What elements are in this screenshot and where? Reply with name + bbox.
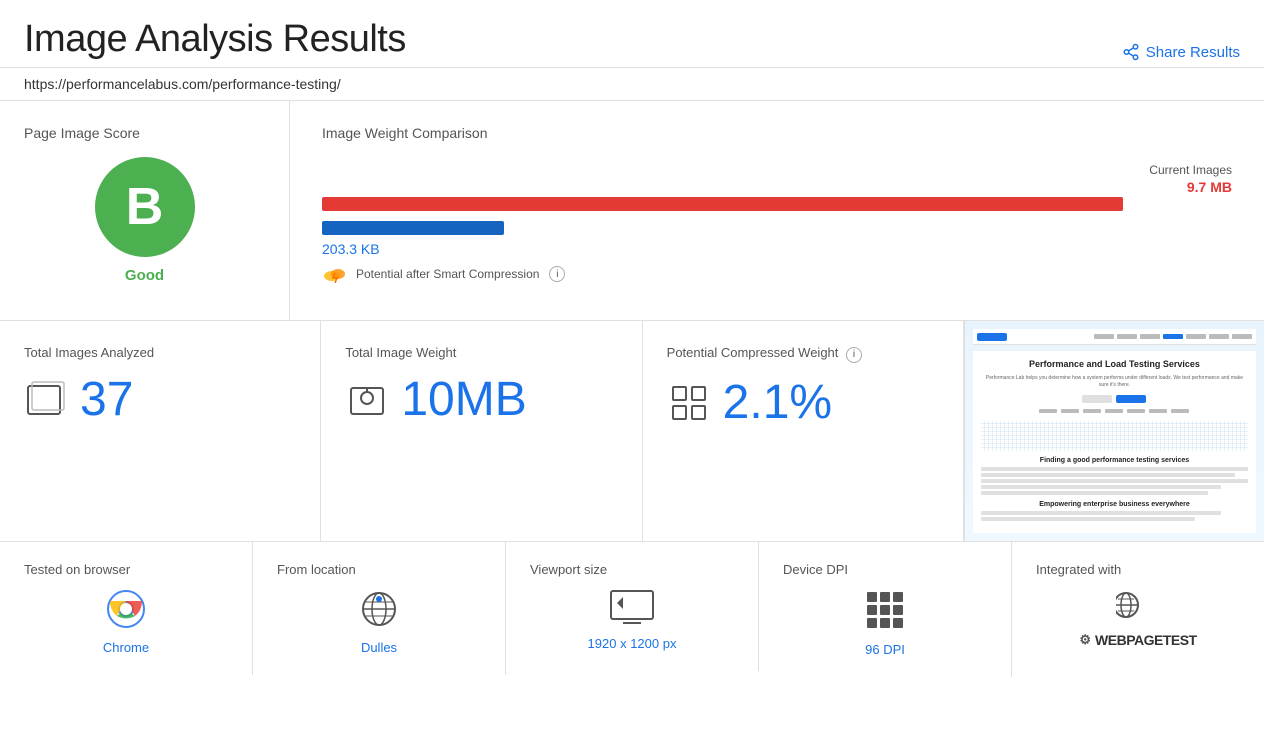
mock-content: Performance and Load Testing Services Pe…	[973, 351, 1256, 533]
mock-logo	[977, 333, 1007, 341]
dpi-icon	[864, 589, 906, 636]
share-button[interactable]: Share Results	[1122, 43, 1240, 61]
webpagetest-logo: ⚙ WEBPAGETEST	[1079, 632, 1196, 648]
comparison-panel: Image Weight Comparison Current Images 9…	[290, 101, 1264, 320]
browser-panel: Tested on browser Chrome	[0, 542, 253, 675]
screenshot-panel: Performance and Load Testing Services Pe…	[964, 321, 1264, 541]
compressed-weight-label: Potential Compressed Weight i	[667, 345, 939, 363]
location-value: Dulles	[361, 640, 397, 655]
dpi-label: Device DPI	[783, 562, 848, 577]
mock-buttons	[981, 395, 1248, 403]
total-images-number: 37	[80, 376, 133, 424]
chrome-icon	[106, 589, 146, 634]
comparison-title: Image Weight Comparison	[322, 125, 1232, 141]
stats-section: Total Images Analyzed 37 Total Image Wei…	[0, 321, 1264, 542]
total-images-label: Total Images Analyzed	[24, 345, 296, 360]
integrated-panel: Integrated with ⚙ WEBPAGETEST	[1012, 542, 1264, 668]
total-weight-label: Total Image Weight	[345, 345, 617, 360]
total-weight-panel: Total Image Weight 10MB	[321, 321, 642, 541]
mock-dot-pattern	[981, 421, 1248, 451]
bar-container: Current Images 9.7 MB 203.3 KB Potential…	[322, 161, 1232, 283]
location-icon	[359, 589, 399, 634]
viewport-icon	[609, 589, 655, 630]
viewport-value: 1920 x 1200 px	[588, 636, 677, 651]
top-section: Page Image Score B Good Image Weight Com…	[0, 101, 1264, 321]
browser-label: Tested on browser	[24, 562, 130, 577]
score-letter: B	[126, 177, 164, 237]
integrated-label: Integrated with	[1036, 562, 1121, 577]
dpi-value: 96 DPI	[865, 642, 905, 657]
weight-icon	[345, 378, 389, 422]
viewport-label: Viewport size	[530, 562, 607, 577]
header: Image Analysis Results Share Results	[0, 0, 1264, 68]
viewport-panel: Viewport size 1920 x 1200 px	[506, 542, 759, 671]
screenshot-mock: Performance and Load Testing Services Pe…	[965, 321, 1264, 541]
bottom-section: Tested on browser Chrome From location	[0, 542, 1264, 677]
score-label: Page Image Score	[24, 125, 140, 141]
location-label: From location	[277, 562, 356, 577]
mock-text-1	[981, 467, 1248, 495]
mock-links	[981, 409, 1248, 413]
mock-nav-items	[1094, 334, 1252, 339]
current-value: 9.7 MB	[1187, 179, 1232, 195]
score-rating: Good	[24, 267, 265, 284]
page-title: Image Analysis Results	[24, 18, 406, 61]
url-text: https://performancelabus.com/performance…	[24, 76, 341, 92]
images-icon	[24, 378, 68, 422]
browser-icon-wrap: Chrome	[24, 589, 228, 655]
compressed-weight-number: 2.1%	[723, 379, 832, 427]
compressed-bar	[322, 221, 504, 235]
compressed-value: 203.3 KB	[322, 241, 380, 257]
score-circle-wrap: B Good	[24, 157, 265, 284]
compressed-weight-panel: Potential Compressed Weight i 2.1%	[643, 321, 964, 541]
mock-empowering-label: Empowering enterprise business everywher…	[981, 501, 1248, 508]
info-icon-compressed[interactable]: i	[846, 347, 862, 363]
grid-icon	[667, 381, 711, 425]
potential-text: Potential after Smart Compression	[356, 267, 539, 281]
url-bar: https://performancelabus.com/performance…	[0, 68, 1264, 101]
share-label: Share Results	[1146, 44, 1240, 61]
total-weight-value-row: 10MB	[345, 376, 617, 424]
mock-site-title: Performance and Load Testing Services	[981, 359, 1248, 371]
mock-text-2	[981, 511, 1248, 521]
integrated-icon-wrap: ⚙ WEBPAGETEST	[1036, 589, 1240, 648]
mock-finding-label: Finding a good performance testing servi…	[981, 457, 1248, 464]
current-bar	[322, 197, 1123, 211]
location-icon-wrap: Dulles	[277, 589, 481, 655]
score-circle: B	[95, 157, 195, 257]
score-panel: Page Image Score B Good	[0, 101, 290, 320]
current-label: Current Images	[1149, 161, 1232, 179]
browser-value: Chrome	[103, 640, 149, 655]
smart-compression-icon	[322, 265, 350, 283]
current-images-label: Current Images	[1149, 163, 1232, 177]
mock-subtitle: Performance Lab helps you determine how …	[981, 375, 1248, 389]
total-images-value-row: 37	[24, 376, 296, 424]
viewport-icon-wrap: 1920 x 1200 px	[530, 589, 734, 651]
dpi-icon-wrap: 96 DPI	[783, 589, 987, 657]
current-value-display: 9.7 MB	[1187, 179, 1232, 197]
info-icon-comparison[interactable]: i	[549, 266, 565, 282]
dpi-panel: Device DPI 96 DPI	[759, 542, 1012, 677]
potential-label-row: Potential after Smart Compression i	[322, 265, 565, 283]
total-weight-number: 10MB	[401, 376, 526, 424]
mock-navbar	[973, 329, 1256, 345]
webpagetest-icon	[1116, 589, 1160, 626]
share-icon	[1122, 43, 1140, 61]
total-images-panel: Total Images Analyzed 37	[0, 321, 321, 541]
webpagetest-label: WEBPAGETEST	[1095, 632, 1197, 648]
location-panel: From location Dulles	[253, 542, 506, 675]
compressed-weight-value-row: 2.1%	[667, 379, 939, 427]
